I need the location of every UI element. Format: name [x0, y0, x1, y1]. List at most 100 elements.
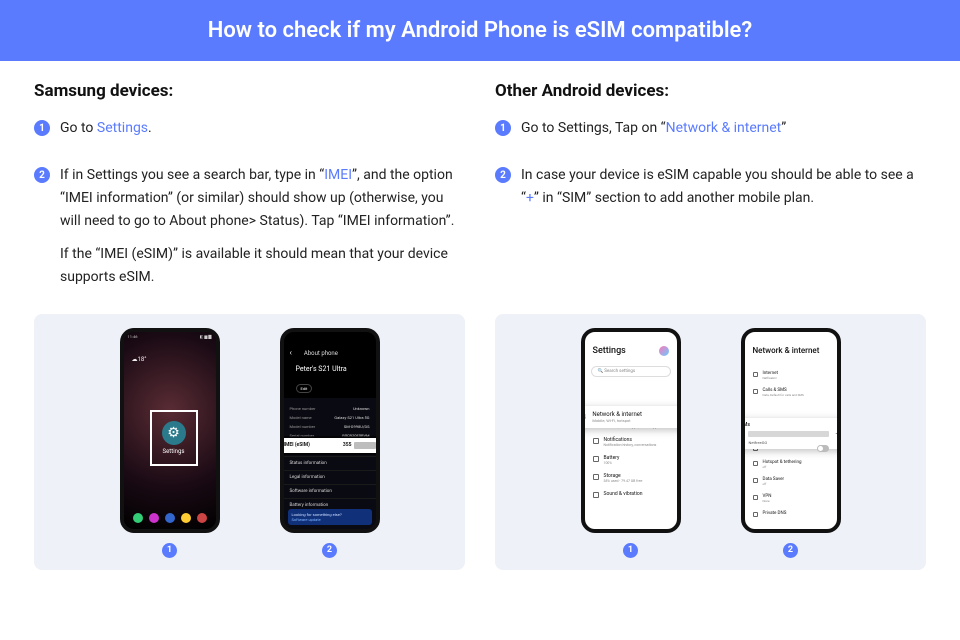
search-settings: 🔍 Search settings [591, 366, 671, 377]
samsung-step-2: 2 If in Settings you see a search bar, t… [34, 164, 465, 299]
other-step-1: 1 Go to Settings, Tap on “Network & inte… [495, 117, 926, 150]
text: . [148, 120, 152, 136]
imei-esim-callout: IMEI (eSIM) 355 [280, 438, 380, 453]
info-key: Model number [290, 424, 316, 429]
samsung-shot-2: ‹ About phone Peter's S21 Ultra Edit Pho… [280, 328, 380, 558]
page-title: How to check if my Android Phone is eSIM… [0, 0, 960, 61]
sims-header: SIMs [741, 422, 841, 428]
instruction-columns: Samsung devices: 1 Go to Settings. 2 If … [0, 61, 960, 314]
info-value: SM-G998U/DS [344, 424, 370, 429]
settings-title: Settings [593, 346, 669, 356]
list-item: VPNNone [745, 490, 837, 507]
weather-temp: 18° [138, 356, 147, 363]
item-desc: off [763, 465, 802, 469]
item-desc: 38% used - 79.47 GB free [604, 479, 643, 483]
list-item: Private DNS [745, 507, 837, 521]
callout-title: Network & internet [592, 411, 642, 418]
item-title: VPN [763, 494, 772, 499]
search-placeholder: Search settings [604, 369, 635, 374]
settings-header: Settings [585, 332, 677, 360]
software-update-link: Software update [292, 517, 368, 522]
step-badge: 2 [34, 167, 50, 183]
sims-row: + [741, 430, 841, 438]
about-items: Status information Legal information Sof… [284, 456, 376, 512]
step-badge: 2 [495, 167, 511, 183]
list-item: Calls & SMSData, Default for calls and S… [745, 384, 837, 401]
step-badge: 1 [34, 120, 50, 136]
list-item: Battery100% [585, 451, 677, 469]
avatar-icon [659, 346, 669, 356]
other-screenshots: Settings 🔍 Search settings ⋐ Network & i… [495, 314, 926, 570]
status-time: 11:46 [128, 334, 138, 339]
imei-prefix: 355 [343, 442, 352, 448]
info-value: Galaxy S21 Ultra 5G [334, 415, 369, 420]
item-icon [753, 389, 758, 394]
sims-callout: SIMs + NetfreeGO [741, 418, 841, 449]
about-item: Legal information [284, 470, 376, 484]
text: Go to [60, 120, 97, 136]
list-item: Sound & vibration [585, 487, 677, 502]
info-value: Unknown [353, 406, 370, 411]
weather-widget: ☁18° [132, 356, 147, 363]
imei-link[interactable]: IMEI [324, 167, 352, 183]
item-icon [753, 495, 758, 500]
dock-icon [181, 513, 191, 523]
item-desc: Data, Default for calls and SMS [763, 393, 804, 397]
step-body: Go to Settings, Tap on “Network & intern… [521, 117, 786, 150]
dock-icon [149, 513, 159, 523]
settings-app-highlight: ⚙ Settings [150, 410, 198, 466]
item-title: Private DNS [763, 511, 787, 516]
item-title: Sound & vibration [604, 491, 643, 497]
plus-link[interactable]: + [526, 190, 534, 206]
other-shot-1: Settings 🔍 Search settings ⋐ Network & i… [581, 328, 681, 558]
toggle-icon [817, 445, 829, 452]
list-item: Hotspot & tetheringoff [745, 456, 837, 473]
sim-name: NetfreeGO [749, 440, 841, 445]
samsung-screenshots: 11:46 ◧ ▆ ▇ ☁18° ⚙ Settings 1 [34, 314, 465, 570]
looking-card: Looking for something else? Software upd… [288, 509, 372, 525]
wifi-icon: ⋐ [581, 413, 587, 421]
phone-mock: ‹ About phone Peter's S21 Ultra Edit Pho… [280, 328, 380, 533]
screenshots-row: 11:46 ◧ ▆ ▇ ☁18° ⚙ Settings 1 [0, 314, 960, 590]
network-internet-link[interactable]: Network & internet [666, 120, 782, 136]
network-title: Network & internet [753, 346, 829, 355]
gear-icon: ⚙ [162, 421, 186, 445]
sim-icon [741, 431, 744, 437]
item-desc: NetfreeGO [763, 376, 778, 380]
settings-link[interactable]: Settings [97, 120, 148, 136]
network-internet-callout: ⋐ Network & internet Mobile, Wi-Fi, hots… [581, 406, 681, 428]
phone-mock: 11:46 ◧ ▆ ▇ ☁18° ⚙ Settings [120, 328, 220, 533]
list-item: InternetNetfreeGO [745, 367, 837, 384]
masked-value [354, 442, 376, 449]
shot-number-badge: 2 [322, 543, 337, 558]
device-info-list: Phone numberUnknown Model nameGalaxy S21… [284, 404, 376, 440]
settings-label: Settings [163, 448, 185, 455]
plus-icon: + [833, 430, 841, 438]
item-title: Hotspot & tethering [763, 460, 802, 465]
text: If in Settings you see a search bar, typ… [60, 167, 324, 183]
network-list-bottom: Airplane mode Hotspot & tetheringoff Dat… [745, 441, 837, 521]
about-phone-title: About phone [304, 350, 338, 357]
dock-icon [133, 513, 143, 523]
other-column: Other Android devices: 1 Go to Settings,… [495, 81, 926, 314]
other-step-2: 2 In case your device is eSIM capable yo… [495, 164, 926, 220]
device-name: Peter's S21 Ultra [296, 365, 370, 373]
shot-number-badge: 1 [623, 543, 638, 558]
network-list-top: InternetNetfreeGO Calls & SMSData, Defau… [745, 367, 837, 401]
callout-desc: Mobile, Wi-Fi, hotspot [592, 418, 642, 423]
item-icon [753, 478, 758, 483]
shot-number-badge: 1 [162, 543, 177, 558]
item-icon [753, 372, 758, 377]
step-body: In case your device is eSIM capable you … [521, 164, 926, 220]
status-bar: 11:46 ◧ ▆ ▇ [128, 334, 212, 339]
samsung-heading: Samsung devices: [34, 81, 465, 101]
step-body: If in Settings you see a search bar, typ… [60, 164, 465, 299]
step-badge: 1 [495, 120, 511, 136]
item-icon [753, 461, 758, 466]
samsung-shot-1: 11:46 ◧ ▆ ▇ ☁18° ⚙ Settings 1 [120, 328, 220, 558]
info-row: Phone numberUnknown [284, 404, 376, 413]
edit-button: Edit [296, 384, 313, 393]
step-body: Go to Settings. [60, 117, 152, 150]
text: Go to Settings, Tap on “ [521, 120, 666, 136]
info-row: Model nameGalaxy S21 Ultra 5G [284, 413, 376, 422]
